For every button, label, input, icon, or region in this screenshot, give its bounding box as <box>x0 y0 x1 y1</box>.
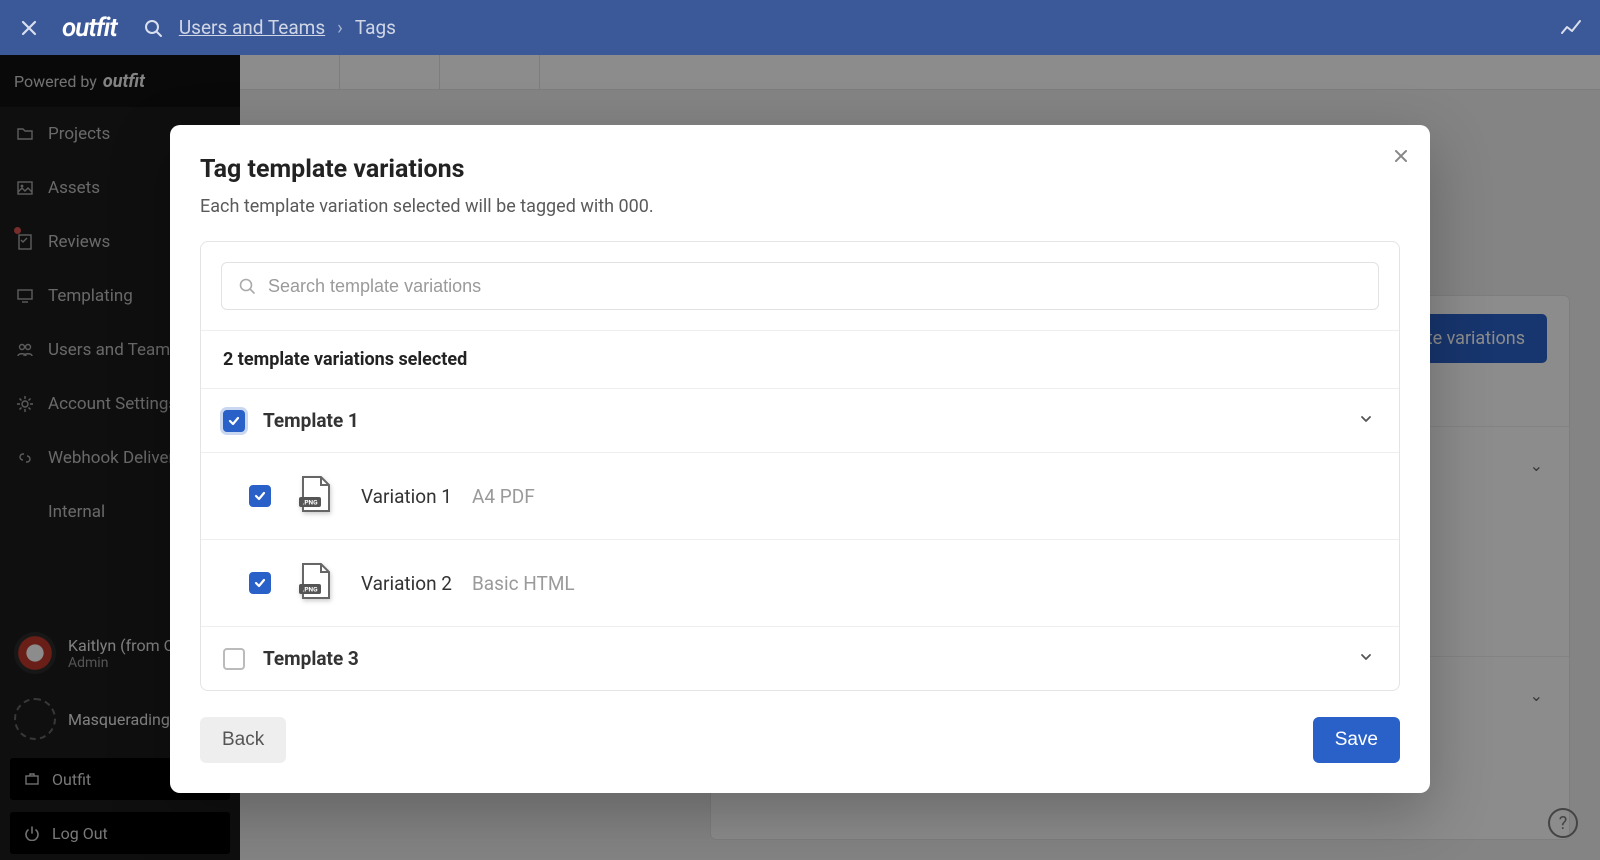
template-group-row[interactable]: Template 1 <box>201 389 1399 453</box>
breadcrumb-current: Tags <box>355 16 396 39</box>
chevron-down-icon <box>1359 412 1373 426</box>
global-search-button[interactable] <box>143 18 163 38</box>
check-icon <box>253 576 267 590</box>
variation-listbox: 2 template variations selected Template … <box>200 241 1400 691</box>
variation-name: Variation 2 <box>361 572 452 595</box>
variation-row[interactable]: .PNG Variation 1 A4 PDF <box>201 453 1399 540</box>
analytics-button[interactable] <box>1560 17 1582 39</box>
variation-format: Basic HTML <box>472 572 575 595</box>
variation-format: A4 PDF <box>472 485 535 508</box>
expand-toggle[interactable] <box>1355 645 1377 672</box>
search-field[interactable] <box>221 262 1379 310</box>
variation-checkbox[interactable] <box>249 485 271 507</box>
close-icon <box>1394 149 1408 163</box>
png-thumbnail-icon: .PNG <box>291 471 341 521</box>
check-icon <box>227 414 241 428</box>
svg-text:.PNG: .PNG <box>302 586 318 594</box>
group-checkbox[interactable] <box>223 410 245 432</box>
top-bar: outfit Users and Teams › Tags <box>0 0 1600 55</box>
modal-subtitle: Each template variation selected will be… <box>200 196 1400 217</box>
close-app-button[interactable] <box>18 17 40 39</box>
search-icon <box>143 18 163 38</box>
group-name: Template 3 <box>263 647 1337 670</box>
search-input[interactable] <box>268 276 1362 297</box>
tag-template-variations-modal: Tag template variations Each template va… <box>170 125 1430 793</box>
modal-title: Tag template variations <box>200 155 1400 184</box>
chevron-down-icon <box>1359 650 1373 664</box>
variation-checkbox[interactable] <box>249 572 271 594</box>
selection-count: 2 template variations selected <box>201 331 1399 389</box>
close-icon <box>19 18 39 38</box>
brand-logo: outfit <box>62 13 117 43</box>
variation-name: Variation 1 <box>361 485 452 508</box>
modal-overlay[interactable]: Tag template variations Each template va… <box>0 55 1600 860</box>
group-name: Template 1 <box>263 409 1337 432</box>
expand-toggle[interactable] <box>1355 407 1377 434</box>
back-button[interactable]: Back <box>200 717 286 763</box>
help-button[interactable]: ? <box>1548 808 1578 838</box>
group-checkbox[interactable] <box>223 648 245 670</box>
breadcrumb-parent-link[interactable]: Users and Teams <box>179 16 325 39</box>
chart-icon <box>1560 17 1582 39</box>
template-group-row[interactable]: Template 3 <box>201 627 1399 690</box>
svg-text:.PNG: .PNG <box>302 499 318 507</box>
search-icon <box>238 277 256 295</box>
png-thumbnail-icon: .PNG <box>291 558 341 608</box>
modal-close-button[interactable] <box>1394 147 1408 168</box>
check-icon <box>253 489 267 503</box>
variation-row[interactable]: .PNG Variation 2 Basic HTML <box>201 540 1399 627</box>
save-button[interactable]: Save <box>1313 717 1400 763</box>
breadcrumb: Users and Teams › Tags <box>179 16 396 39</box>
breadcrumb-separator: › <box>337 16 343 39</box>
